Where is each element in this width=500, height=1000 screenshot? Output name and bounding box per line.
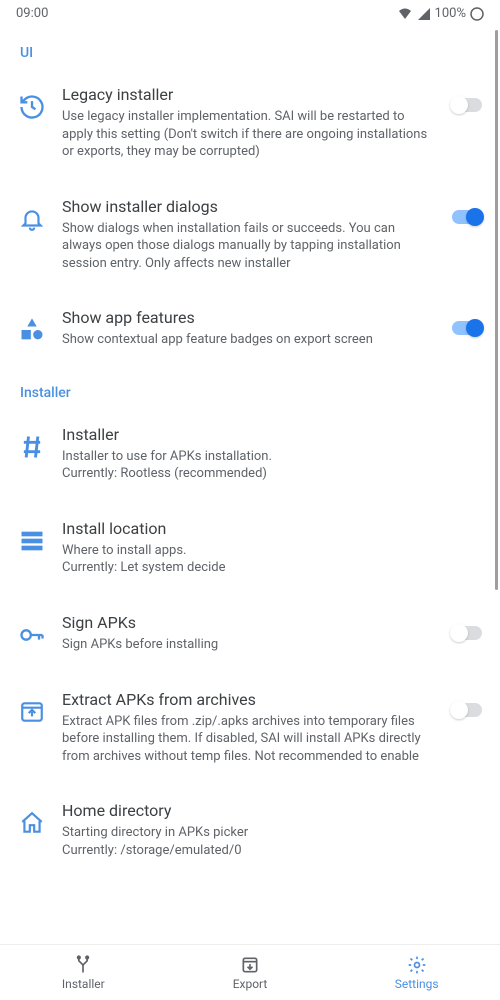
nav-export[interactable]: Export [167, 945, 334, 1000]
setting-desc: Show dialogs when installation fails or … [62, 220, 436, 273]
home-icon [16, 807, 48, 839]
wifi-icon [397, 7, 413, 21]
toggle-show-features[interactable] [450, 318, 484, 338]
bottom-nav: Installer Export Settings [0, 944, 500, 1000]
nav-installer[interactable]: Installer [0, 945, 167, 1000]
nav-settings[interactable]: Settings [333, 945, 500, 1000]
setting-show-dialogs[interactable]: Show installer dialogs Show dialogs when… [16, 179, 484, 291]
setting-text: Show installer dialogs Show dialogs when… [62, 197, 436, 273]
setting-desc: Installer to use for APKs installation. … [62, 448, 484, 483]
setting-text: Installer Installer to use for APKs inst… [62, 425, 484, 483]
storage-icon [16, 525, 48, 557]
toggle-legacy-installer[interactable] [450, 95, 484, 115]
setting-title: Extract APKs from archives [62, 690, 436, 709]
setting-install-location[interactable]: Install location Where to install apps. … [16, 501, 484, 595]
history-icon [16, 91, 48, 123]
nav-label: Settings [395, 977, 439, 991]
toggle-sign-apks[interactable] [450, 623, 484, 643]
setting-text: Extract APKs from archives Extract APK f… [62, 690, 436, 766]
setting-installer-choice[interactable]: Installer Installer to use for APKs inst… [16, 407, 484, 501]
nav-label: Export [233, 977, 268, 991]
gear-icon [407, 955, 427, 975]
setting-desc: Sign APKs before installing [62, 636, 436, 654]
shapes-icon [16, 314, 48, 346]
battery-text: 100% [435, 6, 466, 21]
setting-title: Sign APKs [62, 613, 436, 632]
section-header-ui: UI [16, 27, 484, 67]
status-right: 100% [397, 6, 484, 21]
setting-text: Show app features Show contextual app fe… [62, 308, 436, 349]
setting-desc: Where to install apps. Currently: Let sy… [62, 542, 484, 577]
setting-text: Home directory Starting directory in APK… [62, 801, 484, 859]
archive-icon [16, 696, 48, 728]
setting-desc: Extract APK files from .zip/.apks archiv… [62, 713, 436, 766]
setting-text: Install location Where to install apps. … [62, 519, 484, 577]
setting-title: Home directory [62, 801, 484, 820]
setting-text: Sign APKs Sign APKs before installing [62, 613, 436, 654]
bell-icon [16, 203, 48, 235]
settings-content: UI Legacy installer Use legacy installer… [0, 27, 500, 919]
fork-icon [73, 955, 93, 975]
section-header-installer: Installer [16, 367, 484, 407]
setting-desc: Starting directory in APKs picker Curren… [62, 824, 484, 859]
setting-title: Show app features [62, 308, 436, 327]
setting-home-directory[interactable]: Home directory Starting directory in APK… [16, 783, 484, 877]
setting-show-features[interactable]: Show app features Show contextual app fe… [16, 290, 484, 367]
battery-icon [470, 7, 484, 21]
setting-legacy-installer[interactable]: Legacy installer Use legacy installer im… [16, 67, 484, 179]
setting-sign-apks[interactable]: Sign APKs Sign APKs before installing [16, 595, 484, 672]
setting-title: Show installer dialogs [62, 197, 436, 216]
setting-desc: Use legacy installer implementation. SAI… [62, 108, 436, 161]
setting-text: Legacy installer Use legacy installer im… [62, 85, 436, 161]
hash-icon [16, 431, 48, 463]
nav-label: Installer [62, 977, 105, 991]
setting-extract-apks[interactable]: Extract APKs from archives Extract APK f… [16, 672, 484, 784]
setting-title: Legacy installer [62, 85, 436, 104]
setting-desc: Show contextual app feature badges on ex… [62, 331, 436, 349]
scrollbar[interactable] [495, 30, 498, 590]
status-bar: 09:00 100% [0, 0, 500, 27]
setting-title: Install location [62, 519, 484, 538]
key-icon [16, 619, 48, 651]
toggle-show-dialogs[interactable] [450, 207, 484, 227]
toggle-extract-apks[interactable] [450, 700, 484, 720]
status-time: 09:00 [16, 6, 48, 21]
export-icon [240, 955, 260, 975]
setting-title: Installer [62, 425, 484, 444]
signal-icon [417, 7, 431, 21]
